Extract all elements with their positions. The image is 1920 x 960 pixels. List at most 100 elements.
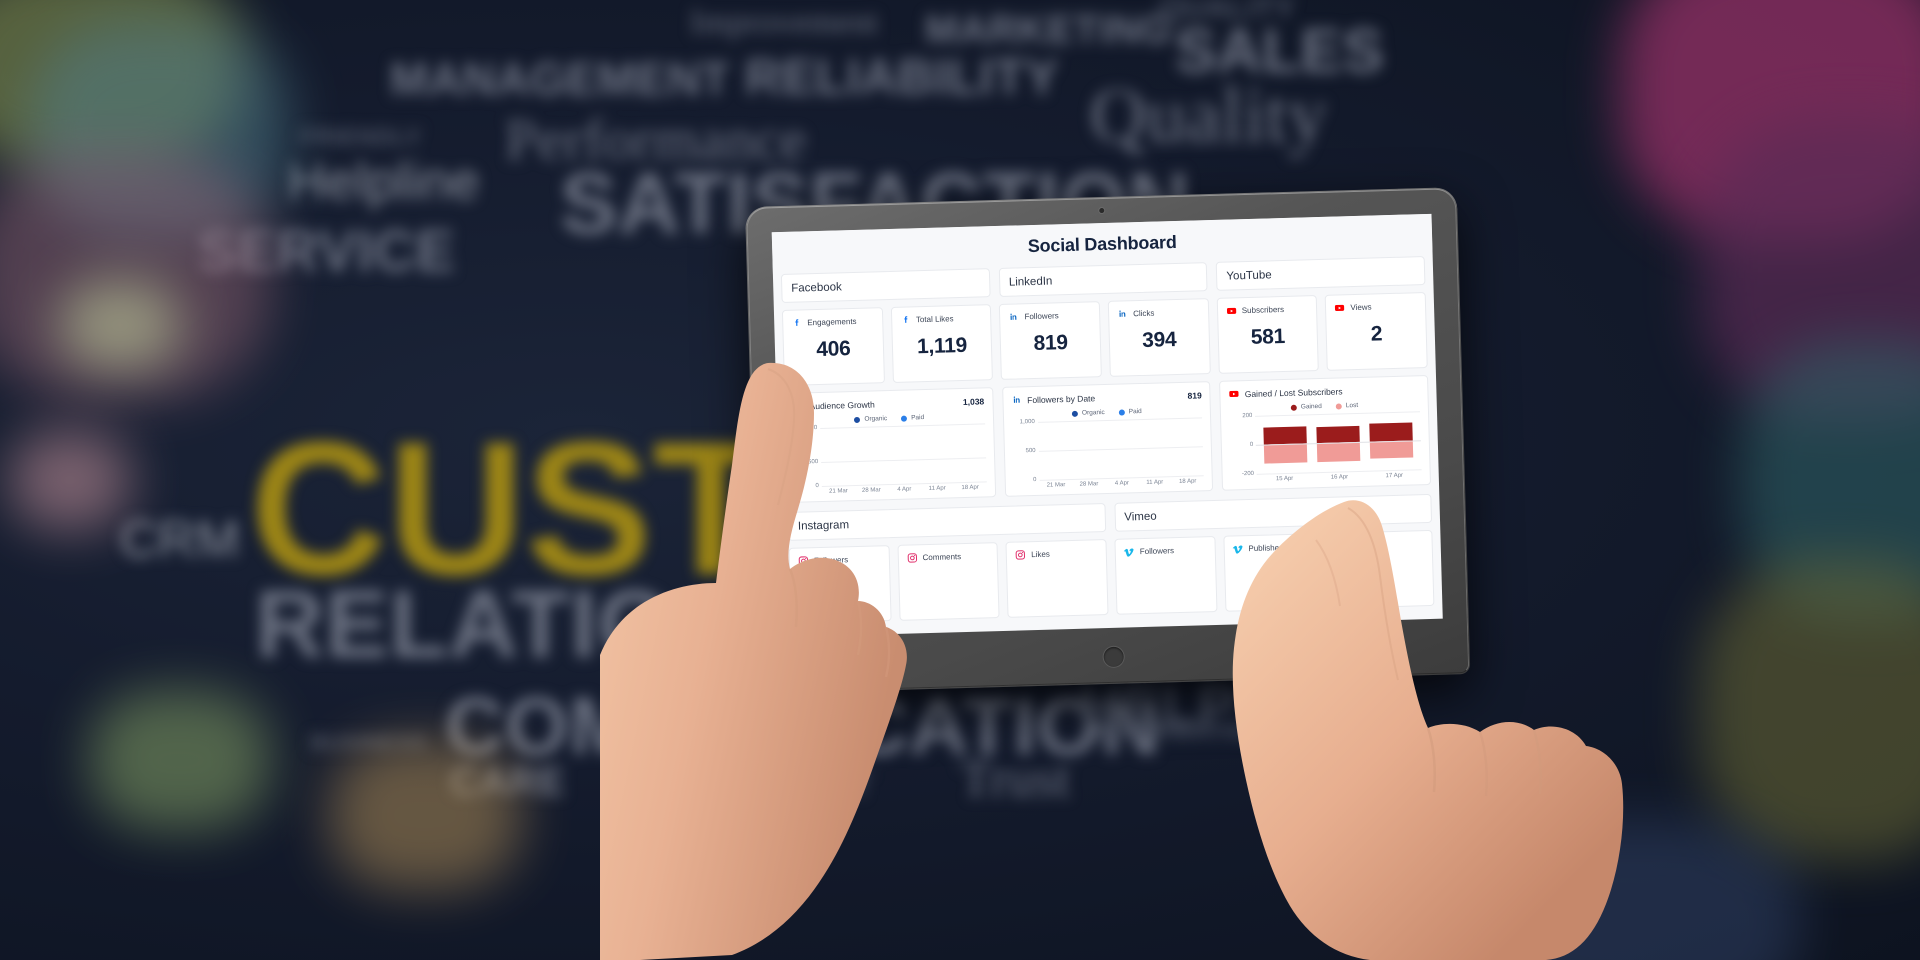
bg-blob-right-olive [1700, 560, 1920, 860]
section-header-label: Facebook [791, 280, 842, 295]
legend-item-paid: Paid [1118, 408, 1142, 416]
y-axis-tick-label: -200 [1241, 470, 1255, 478]
platform-col-facebook: Facebook [780, 268, 991, 304]
legend-label: Paid [1128, 408, 1142, 416]
x-axis-tick-label: 4 Apr [1114, 480, 1129, 487]
kpi-value: 394 [1141, 328, 1177, 352]
legend-dot-organic [1071, 410, 1079, 417]
kpi-value [1016, 568, 1099, 570]
x-axis-tick-label: 18 Apr [961, 484, 979, 492]
kpi-header: Views [1334, 300, 1417, 313]
legend-dot-paid [1118, 408, 1125, 416]
legend-dot-lost [1335, 402, 1342, 410]
kpi-header: Subscribers [1226, 303, 1309, 316]
chart-plot: -200 0 200 [1229, 411, 1422, 478]
section-header-youtube[interactable]: YouTube [1216, 256, 1426, 291]
background-word: MANAGEMENT [390, 53, 730, 105]
background-word: Quality [1090, 71, 1328, 158]
linkedin-icon [1013, 396, 1020, 403]
bg-blob-clip-c [90, 690, 270, 830]
bar-group [1038, 417, 1204, 480]
platform-col-youtube: YouTube [1216, 256, 1426, 291]
youtube-icon [1229, 390, 1239, 397]
kpi-header: Clicks [1117, 306, 1200, 319]
background-word: FRIENDLY [300, 124, 422, 151]
facebook-icon [904, 316, 907, 323]
bar-segment-gained [1316, 426, 1360, 444]
kpi-label: Engagements [807, 316, 857, 328]
chart-legend: Gained Lost [1229, 400, 1420, 412]
kpi-value [1124, 565, 1207, 567]
chart-total-value: 819 [1187, 389, 1202, 401]
instagram-icon [1015, 550, 1026, 560]
kpi-card-yt-views[interactable]: Views 2 [1325, 292, 1428, 371]
right-hand [1232, 500, 1624, 960]
legend-label: Gained [1300, 402, 1322, 411]
legend-item-organic: Organic [1071, 409, 1105, 417]
kpi-card-li-followers[interactable]: Followers 819 [999, 301, 1102, 380]
chart-total-value: 1,038 [962, 395, 985, 407]
page-title: Social Dashboard [1027, 231, 1177, 256]
legend-item-gained: Gained [1290, 402, 1322, 411]
background-word: Improvement [690, 4, 879, 41]
background-word: Trust [960, 751, 1071, 808]
section-header-linkedin[interactable]: LinkedIn [998, 262, 1208, 297]
kpi-card-vimeo-followers[interactable]: Followers [1114, 536, 1218, 615]
background-word: RELIABILITY [745, 49, 1059, 105]
x-axis-tick-label: 15 Apr [1275, 475, 1294, 483]
kpi-card-ig-likes[interactable]: Likes [1005, 539, 1109, 618]
chart-card-gained-lost-subscribers[interactable]: Gained / Lost Subscribers Gained Lost -2… [1219, 374, 1432, 491]
kpi-header: Followers [1123, 544, 1207, 557]
bg-blob-clip-a [60, 280, 180, 370]
bar-segment-lost [1264, 443, 1308, 464]
legend-dot-gained [1290, 404, 1297, 411]
kpi-header: Followers [1008, 309, 1091, 322]
front-camera-icon [1098, 207, 1104, 214]
section-header-label: YouTube [1226, 268, 1272, 283]
chart-title: Followers by Date [1027, 392, 1096, 405]
left-hand [600, 362, 907, 960]
kpi-header: Engagements [791, 315, 874, 328]
y-axis: -200 0 200 [1229, 413, 1257, 478]
bar-segment-lost [1317, 441, 1361, 463]
kpi-card-yt-subscribers[interactable]: Subscribers 581 [1216, 295, 1320, 374]
legend-label: Lost [1345, 401, 1359, 410]
kpi-header: Total Likes [900, 312, 983, 325]
bg-blob-clip-d [330, 740, 520, 890]
x-axis-tick-label: 11 Apr [1146, 479, 1164, 486]
kpi-header: Likes [1015, 547, 1098, 560]
kpi-label: Likes [1031, 549, 1050, 560]
background-word: MARKETING [925, 8, 1172, 52]
youtube-icon [1226, 307, 1236, 315]
kpi-value: 2 [1370, 322, 1383, 346]
platform-col-linkedin: LinkedIn [998, 262, 1208, 297]
chart-card-followers-by-date[interactable]: Followers by Date 819 Organic Paid 0 500… [1001, 381, 1214, 497]
section-header-label: LinkedIn [1008, 274, 1053, 289]
bar-segment-gained [1369, 422, 1413, 442]
kpi-label: Views [1350, 302, 1372, 313]
bg-blob-clip-b [10, 430, 130, 530]
kpi-label: Subscribers [1241, 304, 1285, 316]
legend-label: Organic [1081, 409, 1105, 417]
bar-segment-lost [1369, 440, 1414, 459]
facebook-icon [795, 319, 799, 326]
y-axis: 0 500 1,000 [1012, 418, 1040, 484]
plot-area [1037, 417, 1205, 481]
kpi-label: Followers [1139, 546, 1175, 557]
x-axis-tick-label: 28 Mar [1079, 481, 1099, 488]
kpi-label: Clicks [1133, 308, 1155, 319]
y-axis-tick-label: 1,000 [1019, 418, 1035, 426]
x-axis-tick-label: 21 Mar [1046, 482, 1066, 489]
kpi-card-li-clicks[interactable]: Clicks 394 [1107, 298, 1211, 377]
linkedin-icon [1010, 313, 1017, 320]
background-word: CRM [120, 511, 240, 569]
x-axis-tick-label: 17 Apr [1385, 472, 1404, 480]
chart-header: Followers by Date 819 [1011, 389, 1202, 405]
bar-segment-gained [1263, 426, 1308, 445]
chart-header: Gained / Lost Subscribers [1229, 383, 1420, 399]
section-header-facebook[interactable]: Facebook [780, 268, 991, 304]
chart-title: Gained / Lost Subscribers [1244, 385, 1343, 399]
y-axis-tick-label: 0 [1032, 476, 1037, 484]
x-axis-tick-label: 16 Apr [1330, 474, 1349, 481]
background-word: Helpline [288, 153, 480, 211]
